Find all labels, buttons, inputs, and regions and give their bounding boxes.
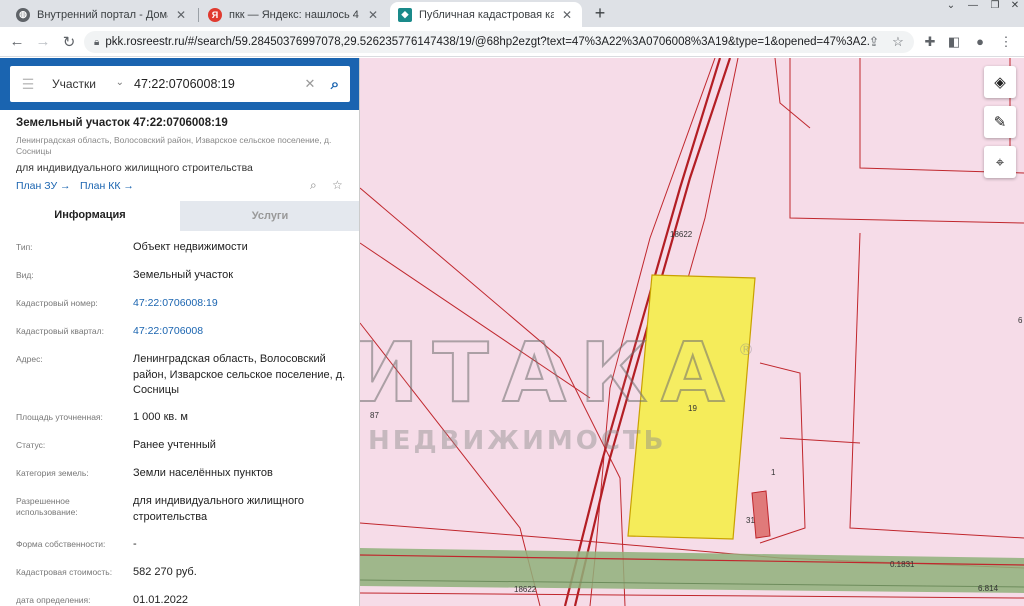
map-label: 6.814 bbox=[978, 584, 999, 593]
layers-icon[interactable]: ◈ bbox=[984, 66, 1016, 98]
reload-icon[interactable]: ↻ bbox=[60, 33, 78, 51]
back-icon[interactable]: ← bbox=[8, 33, 26, 50]
map-label: 18622 bbox=[514, 585, 537, 594]
close-icon[interactable]: ✕ bbox=[560, 8, 574, 22]
sidepanel-icon[interactable]: ◧ bbox=[946, 34, 962, 50]
ruler-icon[interactable]: ✎ bbox=[984, 106, 1016, 138]
search-icon[interactable]: ⌕ bbox=[320, 76, 350, 93]
tab-title: Публичная кадастровая карта bbox=[419, 8, 554, 21]
info-key: Разрешенное использование: bbox=[16, 496, 78, 517]
close-icon[interactable]: ✕ bbox=[366, 8, 380, 22]
info-key: Адрес: bbox=[16, 354, 43, 364]
cadastral-number-link[interactable]: 47:22:0706008:19 bbox=[133, 296, 353, 312]
lock-icon[interactable]: 🔒︎ bbox=[94, 37, 99, 48]
info-key: Площадь уточненная: bbox=[16, 412, 103, 422]
info-key: Кадастровый квартал: bbox=[16, 326, 104, 336]
address-bar[interactable]: 🔒︎ pkk.rosreestr.ru/#/search/59.28450376… bbox=[84, 31, 914, 53]
map-label: 19 bbox=[688, 404, 697, 413]
yandex-icon: Я bbox=[208, 7, 222, 22]
browser-tab-pkk[interactable]: ◆ Публичная кадастровая карта ✕ bbox=[390, 2, 582, 27]
url-text[interactable]: pkk.rosreestr.ru/#/search/59.28450376997… bbox=[105, 36, 870, 48]
map-label: 31 bbox=[746, 516, 755, 525]
tab-separator bbox=[198, 8, 199, 22]
info-key: Статус: bbox=[16, 440, 46, 450]
browser-tab-portal[interactable]: ◍ Внутренний портал - Домашняя ✕ bbox=[8, 2, 196, 27]
search-doc-icon[interactable]: ⌕ bbox=[310, 178, 317, 193]
object-type-select[interactable]: Участки ⌄ bbox=[46, 77, 128, 91]
info-value: для индивидуального жилищного строительс… bbox=[133, 495, 305, 523]
parcel-usage: для индивидуального жилищного строительс… bbox=[16, 162, 253, 174]
rosreestr-icon: ◆ bbox=[398, 7, 412, 22]
tab-services[interactable]: Услуги bbox=[180, 201, 359, 231]
close-icon[interactable]: ✕ bbox=[174, 8, 188, 22]
panel-tabs: Информация Услуги bbox=[0, 201, 359, 231]
info-value: Земли населённых пунктов bbox=[133, 467, 273, 479]
menu-icon[interactable]: ☰ bbox=[10, 76, 46, 93]
star-icon[interactable]: ☆ bbox=[332, 178, 343, 192]
info-value: 582 270 руб. bbox=[133, 566, 197, 578]
map-label: 18622 bbox=[670, 230, 693, 239]
chevron-down-icon: ⌄ bbox=[115, 77, 124, 88]
parcel-address: Ленинградская область, Волосовский район… bbox=[16, 135, 332, 156]
info-value: Земельный участок bbox=[133, 269, 234, 281]
star-icon[interactable]: ☆ bbox=[890, 34, 906, 50]
parcel-title: Земельный участок 47:22:0706008:19 bbox=[16, 117, 228, 129]
info-key: Кадастровая стоимость: bbox=[16, 567, 113, 577]
info-key: Вид: bbox=[16, 270, 34, 280]
browser-tab-yandex[interactable]: Я пкк — Яндекс: нашлось 4 тыс. р ✕ bbox=[200, 2, 388, 27]
tab-info[interactable]: Информация bbox=[0, 201, 180, 231]
extensions-icon[interactable]: ✚ bbox=[922, 34, 938, 50]
locate-icon[interactable]: ⌖ bbox=[984, 146, 1016, 178]
info-value: 01.01.2022 bbox=[133, 594, 189, 606]
profile-icon[interactable]: ● bbox=[972, 34, 988, 49]
plan-kk-link[interactable]: План КК → bbox=[80, 180, 134, 192]
map-label: 87 bbox=[370, 411, 379, 420]
search-bar: ☰ Участки ⌄ 47:22:0706008:19 ✕ ⌕ ‹ bbox=[0, 58, 359, 110]
share-icon[interactable]: ⇪ bbox=[866, 34, 882, 50]
info-key: Категория земель: bbox=[16, 468, 89, 478]
minimize-icon[interactable]: — bbox=[962, 0, 984, 14]
search-input[interactable]: 47:22:0706008:19 bbox=[128, 77, 300, 91]
info-panel: ☰ Участки ⌄ 47:22:0706008:19 ✕ ⌕ ‹ Земел… bbox=[0, 58, 360, 606]
search-box: ☰ Участки ⌄ 47:22:0706008:19 ✕ ⌕ bbox=[10, 66, 350, 102]
cadastral-quarter-link[interactable]: 47:22:0706008 bbox=[133, 324, 353, 340]
chevron-down-icon[interactable]: ⌄ bbox=[940, 0, 962, 14]
info-value: - bbox=[133, 538, 137, 550]
map-label: 6 bbox=[1018, 316, 1023, 325]
menu-icon[interactable]: ⋮ bbox=[998, 34, 1014, 50]
info-key: Тип: bbox=[16, 242, 33, 252]
earth-icon: ◍ bbox=[16, 7, 30, 22]
object-type-label: Участки bbox=[52, 77, 96, 91]
info-value: Объект недвижимости bbox=[133, 241, 248, 253]
tab-title: пкк — Яндекс: нашлось 4 тыс. р bbox=[229, 8, 360, 21]
info-value: Ранее учтенный bbox=[133, 439, 216, 451]
info-key: Кадастровый номер: bbox=[16, 298, 98, 308]
restore-icon[interactable]: ❐ bbox=[984, 0, 1006, 14]
browser-tab-strip: ◍ Внутренний портал - Домашняя ✕ Я пкк —… bbox=[0, 0, 1024, 27]
info-value: 1 000 кв. м bbox=[133, 411, 188, 423]
tab-title: Внутренний портал - Домашняя bbox=[37, 8, 168, 21]
map-label: 1 bbox=[771, 468, 776, 477]
browser-toolbar: ← → ↻ 🔒︎ pkk.rosreestr.ru/#/search/59.28… bbox=[0, 27, 1024, 57]
close-window-icon[interactable]: ✕ bbox=[1004, 0, 1024, 14]
plan-zu-link[interactable]: План ЗУ → bbox=[16, 180, 71, 192]
info-key: Форма собственности: bbox=[16, 539, 106, 549]
forward-icon[interactable]: → bbox=[34, 33, 52, 50]
clear-icon[interactable]: ✕ bbox=[300, 76, 320, 92]
new-tab-button[interactable]: + bbox=[590, 3, 610, 24]
info-value: Ленинградская область, Волосовский район… bbox=[133, 353, 346, 396]
info-key: дата определения: bbox=[16, 595, 91, 605]
map-label: 0.1831 bbox=[890, 560, 915, 569]
